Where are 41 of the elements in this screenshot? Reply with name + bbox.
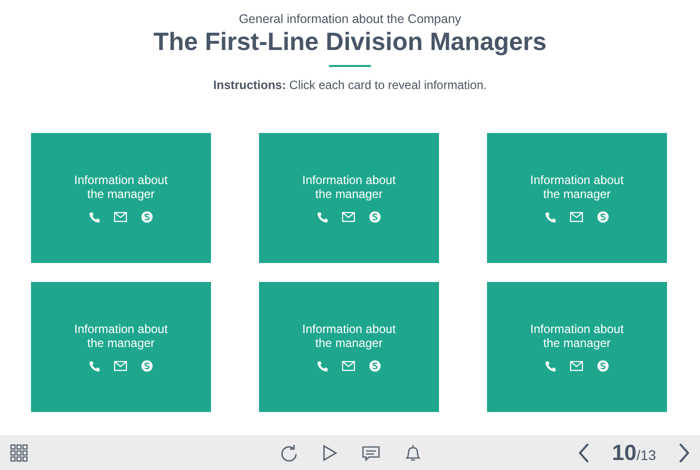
page-counter: 10/13 [612, 439, 656, 467]
previous-icon[interactable] [578, 442, 590, 462]
phone-icon[interactable] [89, 212, 100, 222]
mail-icon[interactable] [570, 212, 583, 222]
subtitle: General information about the Company [238, 12, 462, 27]
skype-icon[interactable] [597, 360, 609, 372]
card-text: Information about the manager [73, 173, 169, 201]
mail-icon[interactable] [114, 212, 127, 222]
mail-icon[interactable] [342, 361, 355, 371]
phone-icon[interactable] [545, 212, 556, 222]
manager-card[interactable]: Information about the manager [259, 133, 439, 263]
phone-icon[interactable] [89, 360, 100, 372]
phone-icon[interactable] [317, 360, 328, 372]
card-text: Information about the manager [529, 322, 625, 350]
manager-card[interactable]: Information about the manager [487, 282, 667, 412]
manager-card[interactable]: Information about the manager [259, 282, 439, 412]
manager-card[interactable]: Information about the manager [31, 282, 211, 412]
card-text: Information about the manager [301, 173, 397, 201]
comment-icon[interactable] [362, 444, 380, 462]
skype-icon[interactable] [369, 360, 381, 372]
phone-icon[interactable] [317, 212, 328, 222]
instructions-text: Instructions: Click each card to reveal information. [212, 77, 488, 94]
mail-icon[interactable] [342, 212, 355, 222]
card-text: Information about the manager [73, 322, 169, 350]
page-title: The First-Line Division Managers [152, 27, 548, 57]
skype-icon[interactable] [141, 211, 153, 223]
skype-icon[interactable] [141, 360, 153, 372]
menu-grid-icon[interactable] [10, 444, 28, 462]
card-text: Information about the manager [301, 322, 397, 350]
manager-card[interactable]: Information about the manager [31, 133, 211, 263]
bell-icon[interactable] [404, 444, 422, 462]
replay-icon[interactable] [280, 444, 298, 462]
phone-icon[interactable] [545, 360, 556, 372]
card-text: Information about the manager [529, 173, 625, 201]
skype-icon[interactable] [369, 211, 381, 223]
skype-icon[interactable] [597, 211, 609, 223]
mail-icon[interactable] [114, 361, 127, 371]
mail-icon[interactable] [570, 361, 583, 371]
manager-card[interactable]: Information about the manager [487, 133, 667, 263]
play-icon[interactable] [322, 444, 338, 462]
next-icon[interactable] [678, 442, 690, 462]
